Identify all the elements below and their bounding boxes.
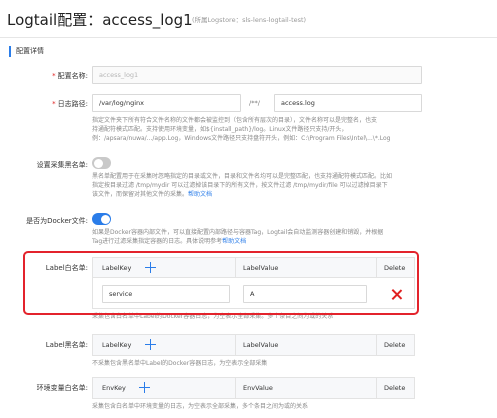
label-value-input[interactable]: A bbox=[243, 285, 367, 303]
label-blacklist-label: Label黑名单: bbox=[45, 341, 88, 349]
blacklist-label: 设置采集黑名单: bbox=[36, 161, 88, 169]
docker-help-link[interactable]: 帮助文档 bbox=[222, 238, 246, 245]
column-header-delete: Delete bbox=[384, 384, 406, 392]
delete-row-close-icon[interactable] bbox=[391, 289, 402, 300]
log-file-input[interactable]: access.log bbox=[274, 94, 422, 112]
page-header: Logtail配置：access_log1 (所属Logstore：sls-le… bbox=[0, 0, 497, 38]
label-whitelist-help: 采集包含白名单中Label的Docker容器日志，为空表示全部采集。多个条目之间… bbox=[92, 312, 422, 321]
label-blacklist-table: LabelKey LabelValue Delete bbox=[92, 334, 415, 356]
blacklist-help-line: 该文件，而保留对其他文件的采集。帮助文档 bbox=[92, 191, 213, 198]
blacklist-help-line: 黑名单配置用于在采集时忽略指定的目录或文件，目录和文件名均可以是完整匹配，也支持… bbox=[92, 173, 393, 180]
column-header-delete: Delete bbox=[384, 341, 406, 349]
docker-label: 是否为Docker文件: bbox=[26, 217, 88, 225]
blacklist-help: 黑名单配置用于在采集时忽略指定的目录或文件，目录和文件名均可以是完整匹配，也支持… bbox=[92, 172, 422, 199]
column-header-key: LabelKey bbox=[102, 341, 132, 349]
column-header-key: LabelKey bbox=[102, 264, 132, 272]
label-blacklist-help-line: 不采集包含黑名单中Label的Docker容器日志，为空表示全部采集 bbox=[92, 360, 268, 367]
label-blacklist-help: 不采集包含黑名单中Label的Docker容器日志，为空表示全部采集 bbox=[92, 359, 422, 368]
table-header: EnvKey EnvValue Delete bbox=[93, 378, 414, 398]
log-path-help-line: 持通配符模式匹配。支持使用环境变量，如${install_path}/log。L… bbox=[92, 126, 348, 133]
toggle-knob bbox=[93, 158, 103, 168]
env-whitelist-help: 采集包含白名单中环境变量的日志，为空表示全部采集，多个条目之间为或的关系 bbox=[92, 402, 422, 411]
path-separator: /**/ bbox=[249, 99, 260, 107]
blacklist-help-link[interactable]: 帮助文档 bbox=[188, 191, 212, 198]
page-title: Logtail配置：access_log1 bbox=[7, 11, 193, 29]
docker-help: 如果是Docker容器内部文件，可以直接配置内部路径与容器Tag，Logtail… bbox=[92, 228, 422, 246]
section-title: 配置详情 bbox=[9, 46, 44, 57]
toggle-knob bbox=[100, 214, 110, 224]
table-header: LabelKey LabelValue Delete bbox=[93, 335, 414, 355]
docker-help-line: 如果是Docker容器内部文件，可以直接配置内部路径与容器Tag，Logtail… bbox=[92, 229, 384, 236]
label-whitelist-table: LabelKey LabelValue Delete service A bbox=[92, 257, 415, 309]
table-header: LabelKey LabelValue Delete bbox=[93, 258, 414, 278]
blacklist-toggle[interactable] bbox=[92, 157, 111, 169]
add-row-plus-icon[interactable] bbox=[139, 382, 150, 393]
log-dir-input[interactable]: /var/log/nginx bbox=[92, 94, 241, 112]
column-header-value: LabelValue bbox=[243, 264, 279, 272]
label-key-input[interactable]: service bbox=[102, 285, 230, 303]
column-header-delete: Delete bbox=[384, 264, 406, 272]
label-whitelist-label: Label白名单: bbox=[45, 264, 88, 272]
log-path-label: * 日志路径: bbox=[52, 100, 88, 108]
add-row-plus-icon[interactable] bbox=[145, 339, 156, 350]
add-row-plus-icon[interactable] bbox=[145, 262, 156, 273]
column-header-value: EnvValue bbox=[243, 384, 273, 392]
docker-toggle[interactable] bbox=[92, 213, 111, 225]
log-path-help-line: 指定文件夹下所有符合文件名称的文件都会被监控到（包含所有层次的目录），文件名称可… bbox=[92, 117, 378, 124]
blacklist-help-line: 指定按目录过滤 /tmp/mydir 可以过滤掉该目录下的所有文件，按文件过滤 … bbox=[92, 182, 388, 189]
config-name-input[interactable]: access_log1 bbox=[92, 66, 422, 84]
log-path-help-line: 例：/apsara/nuwa/.../app.Log，Windows文件路径只支… bbox=[92, 135, 391, 142]
column-header-value: LabelValue bbox=[243, 341, 279, 349]
column-header-key: EnvKey bbox=[102, 384, 126, 392]
env-whitelist-help-line: 采集包含白名单中环境变量的日志，为空表示全部采集，多个条目之间为或的关系 bbox=[92, 403, 309, 410]
env-whitelist-label: 环境变量白名单: bbox=[36, 384, 88, 392]
env-whitelist-table: EnvKey EnvValue Delete bbox=[92, 377, 415, 399]
log-path-help: 指定文件夹下所有符合文件名称的文件都会被监控到（包含所有层次的目录），文件名称可… bbox=[92, 116, 422, 143]
docker-help-line: Tag进行过滤采集指定容器的日志。具体说明参考帮助文档 bbox=[92, 238, 247, 245]
label-whitelist-help-line: 采集包含白名单中Label的Docker容器日志，为空表示全部采集。多个条目之间… bbox=[92, 313, 334, 320]
page-subtitle: (所属Logstore：sls-lens-logtail-test) bbox=[192, 16, 307, 24]
config-name-label: * 配置名称: bbox=[52, 72, 88, 80]
